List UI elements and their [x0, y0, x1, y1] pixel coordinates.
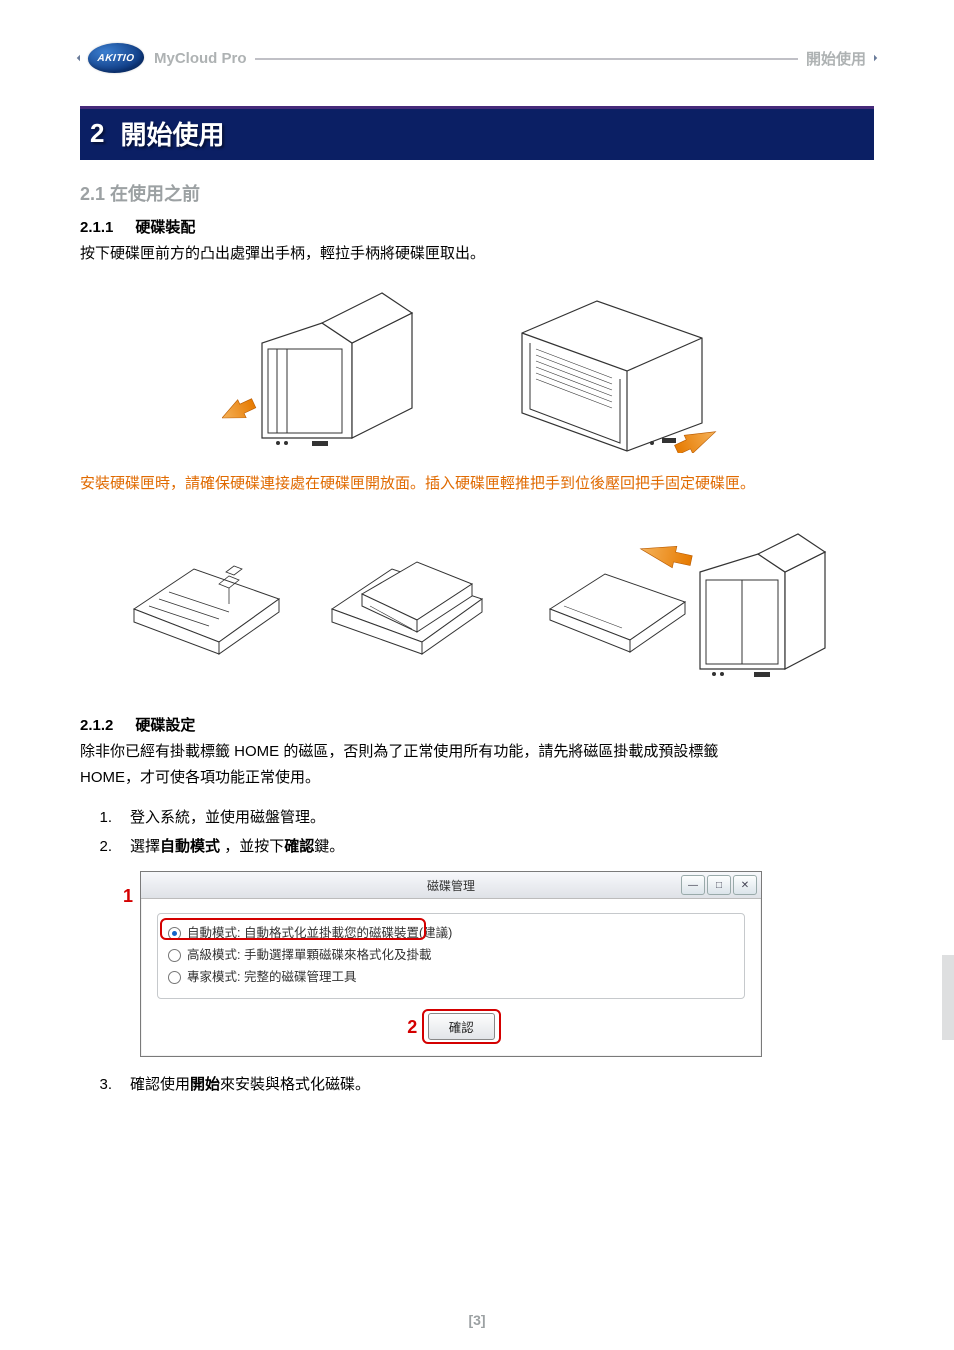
- step-3-pre: 確認使用: [130, 1076, 190, 1093]
- figure-insert-into-enclosure: [530, 514, 830, 684]
- dialog-title: 磁碟管理: [427, 877, 475, 894]
- figure-row-1: [80, 283, 874, 453]
- figure-enclosure-rear: [502, 283, 732, 453]
- mode-expert-label: 專家模式: 完整的磁碟管理工具: [187, 967, 356, 987]
- chapter-number: 2: [90, 118, 104, 149]
- mode-radio-group: 自動模式: 自動格式化並掛載您的磁碟裝置(建議) 高級模式: 手動選擇單顆磁碟來…: [157, 913, 745, 999]
- section-2-1-2-number: 2.1.2: [80, 717, 113, 734]
- brand-logo: AKITIO: [86, 43, 145, 73]
- section-2-1-heading: 2.1 在使用之前: [80, 180, 874, 206]
- header-section-name: 開始使用: [798, 48, 874, 69]
- callout-2: 2: [407, 1017, 417, 1037]
- confirm-button[interactable]: 確認: [428, 1013, 495, 1040]
- step-3-post: 來安裝與格式化磁碟。: [220, 1076, 370, 1093]
- step-2-number: 2.: [90, 833, 112, 862]
- page-number: [3]: [0, 1312, 954, 1328]
- step-2-text: 選擇自動模式 ，並按下確認鍵。: [130, 833, 344, 862]
- mode-auto-row[interactable]: 自動模式: 自動格式化並掛載您的磁碟裝置(建議): [166, 922, 736, 944]
- step-2-bold-auto: 自動模式: [160, 838, 220, 855]
- radio-advanced[interactable]: [168, 949, 181, 962]
- para-disk-setup-2: HOME，才可使各項功能正常使用。: [80, 765, 874, 791]
- steps-list: 1. 登入系統，並使用磁盤管理。 2. 選擇自動模式 ，並按下確認鍵。: [90, 804, 874, 861]
- chapter-bar: 2 開始使用: [80, 106, 874, 160]
- step-2-mid: ，並按下: [220, 838, 284, 855]
- disk-manager-dialog: 磁碟管理 — □ ✕ 自動模式: 自動格式化並掛載您的磁碟裝置(建議) 高級模式…: [140, 871, 762, 1057]
- radio-auto[interactable]: [168, 927, 181, 940]
- step-3-number: 3.: [90, 1071, 112, 1100]
- figure-tray-with-drive: [322, 514, 502, 684]
- step-3-text: 確認使用開始來安裝與格式化磁碟。: [130, 1071, 370, 1100]
- step-1-text: 登入系統，並使用磁盤管理。: [130, 804, 325, 833]
- mode-expert-row[interactable]: 專家模式: 完整的磁碟管理工具: [166, 966, 736, 988]
- section-2-1-1-title: 硬碟裝配: [135, 216, 195, 237]
- figure-row-2: [80, 514, 874, 684]
- section-2-1-2-title: 硬碟設定: [135, 714, 195, 735]
- figure-enclosure-front: [222, 283, 442, 453]
- step-3: 3. 確認使用開始來安裝與格式化磁碟。: [90, 1071, 874, 1100]
- para-eject-tray: 按下硬碟匣前方的凸出處彈出手柄，輕拉手柄將硬碟匣取出。: [80, 241, 874, 267]
- step-1-number: 1.: [90, 804, 112, 833]
- step-2: 2. 選擇自動模式 ，並按下確認鍵。: [90, 833, 874, 862]
- product-name: MyCloud Pro: [154, 50, 247, 67]
- mode-auto-label: 自動模式: 自動格式化並掛載您的磁碟裝置(建議): [187, 923, 452, 943]
- section-2-1-1-number: 2.1.1: [80, 219, 113, 236]
- window-close-button[interactable]: ✕: [733, 875, 757, 895]
- window-minimize-button[interactable]: —: [681, 875, 705, 895]
- step-2-post: 鍵。: [314, 838, 344, 855]
- window-maximize-button[interactable]: □: [707, 875, 731, 895]
- step-3-bold-start: 開始: [190, 1076, 220, 1093]
- callout-1: 1: [123, 886, 133, 907]
- step-1: 1. 登入系統，並使用磁盤管理。: [90, 804, 874, 833]
- figure-tray: [124, 514, 294, 684]
- page-header: AKITIO MyCloud Pro 開始使用: [80, 40, 874, 76]
- step-2-bold-confirm: 確認: [284, 838, 314, 855]
- steps-list-cont: 3. 確認使用開始來安裝與格式化磁碟。: [90, 1071, 874, 1100]
- chapter-title: 開始使用: [120, 115, 224, 152]
- mode-advanced-row[interactable]: 高級模式: 手動選擇單顆磁碟來格式化及掛載: [166, 944, 736, 966]
- para-insert-tray: 安裝硬碟匣時，請確保硬碟連接處在硬碟匣開放面。插入硬碟匣輕推把手到位後壓回把手固…: [80, 471, 874, 497]
- side-index-tab: [942, 955, 954, 1040]
- step-2-pre: 選擇: [130, 838, 160, 855]
- para-disk-setup-1: 除非你已經有掛載標籤 HOME 的磁區，否則為了正常使用所有功能，請先將磁區掛載…: [80, 739, 874, 765]
- mode-advanced-label: 高級模式: 手動選擇單顆磁碟來格式化及掛載: [187, 945, 431, 965]
- dialog-titlebar: 磁碟管理 — □ ✕: [141, 872, 761, 899]
- radio-expert[interactable]: [168, 971, 181, 984]
